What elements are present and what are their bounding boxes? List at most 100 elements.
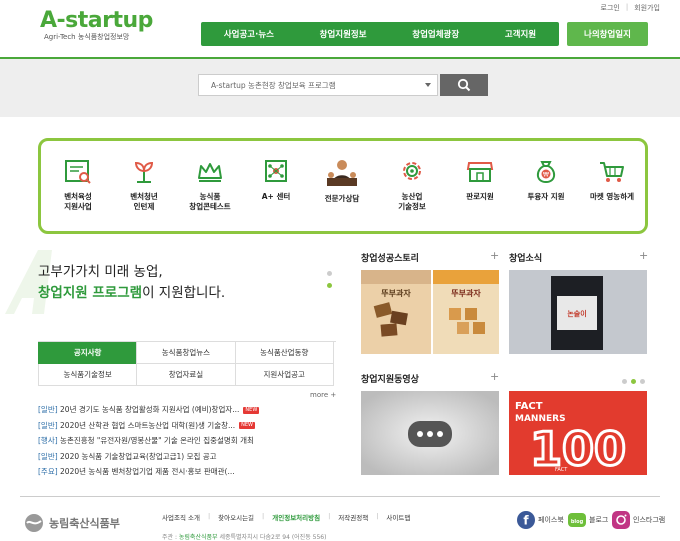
footer-link-sitemap[interactable]: 사이트맵 bbox=[386, 512, 410, 522]
category-consulting[interactable]: 전문가상담 bbox=[309, 158, 375, 204]
news-title: 2020년 산학관 협업 스마트농산업 대학(원)생 기술창... bbox=[57, 420, 236, 430]
chevron-down-icon bbox=[425, 83, 431, 87]
success-story-more[interactable]: + bbox=[490, 249, 499, 262]
login-link[interactable]: 로그인 bbox=[601, 3, 620, 13]
success-story-image-2[interactable]: 뚜부과자 bbox=[433, 270, 499, 354]
new-badge: NEW bbox=[239, 422, 255, 429]
tab-announcements[interactable]: 지원사업공고 bbox=[234, 364, 334, 386]
list-item[interactable]: [일반] 2020년 산학관 협업 스마트농산업 대학(원)생 기술창... NE… bbox=[38, 418, 338, 434]
blog-icon: blog bbox=[568, 513, 586, 527]
divider: | bbox=[262, 512, 265, 520]
top-links: 로그인 | 회원가입 bbox=[601, 3, 660, 13]
board-tabs: 공지사항 농식품창업뉴스 농식품산업동향 농식품기술정보 창업자료실 지원사업공… bbox=[38, 341, 336, 386]
success-story-image-1[interactable]: 뚜부과자 bbox=[361, 270, 431, 354]
banner-pager bbox=[622, 379, 645, 384]
nav-item-companies[interactable]: 창업업체광장 bbox=[412, 28, 459, 40]
video-more[interactable]: + bbox=[490, 370, 499, 383]
category-label: 농식품 창업콘테스트 bbox=[189, 192, 231, 211]
category-contest[interactable]: 농식품 창업콘테스트 bbox=[177, 158, 243, 212]
nav-item-support[interactable]: 창업지원정보 bbox=[320, 28, 367, 40]
my-startup-log-button[interactable]: 나의창업일지 bbox=[567, 22, 648, 46]
category-investment[interactable]: ₩ 투융자 지원 bbox=[513, 158, 579, 202]
pager-dot-active[interactable] bbox=[327, 283, 332, 288]
svg-text:₩: ₩ bbox=[543, 172, 549, 179]
list-item[interactable]: [일반] 2020 농식품 기술창업교육(창업고급1) 모집 공고 bbox=[38, 449, 338, 465]
footer-org-name: 농림축산식품부 bbox=[49, 517, 120, 530]
address-text: 세종특별자치시 다솜2로 94 (어진동 556) bbox=[217, 534, 327, 541]
tagline-line1: 고부가가치 미래 농업, bbox=[38, 264, 163, 280]
category-venture-support[interactable]: 벤처육성 지원사업 bbox=[45, 158, 111, 212]
category-label: 마켓 영농하게 bbox=[589, 192, 634, 201]
facebook-link[interactable]: f 페이스북 bbox=[517, 511, 564, 529]
category-label: 벤처육성 지원사업 bbox=[64, 192, 92, 211]
blog-label: 블로그 bbox=[589, 516, 609, 524]
category-label: 투융자 지원 bbox=[527, 192, 565, 201]
facebook-label: 페이스북 bbox=[538, 516, 564, 524]
tagline-line2: 창업지원 프로그램이 지원합니다. bbox=[38, 283, 225, 304]
tab-industry-trends[interactable]: 농식품산업동향 bbox=[234, 342, 334, 364]
signup-link[interactable]: 회원가입 bbox=[634, 3, 660, 13]
crown-icon bbox=[198, 163, 222, 182]
category-label: 농산업 기술정보 bbox=[398, 192, 426, 211]
tagline-highlight: 창업지원 프로그램 bbox=[38, 285, 143, 301]
banner-fact-manners[interactable]: FACT MANNERS 100 FACT bbox=[509, 391, 647, 475]
hero-tagline: 고부가가치 미래 농업, 창업지원 프로그램이 지원합니다. bbox=[38, 262, 225, 304]
footer-link-copyright[interactable]: 저작권정책 bbox=[338, 512, 368, 522]
category-menu: 벤처육성 지원사업 벤처청년 인턴제 농식품 창업콘테스트 A+ 센터 전문가상… bbox=[38, 138, 648, 234]
tab-tech-info[interactable]: 농식품기술정보 bbox=[38, 364, 138, 386]
site-logo[interactable]: A-startup Agri-Tech 농식품창업정보망 bbox=[40, 8, 153, 42]
search-icon bbox=[457, 78, 471, 92]
tab-resources[interactable]: 창업자료실 bbox=[136, 364, 236, 386]
nav-item-customer[interactable]: 고객지원 bbox=[505, 28, 536, 40]
news-category: [행사] bbox=[38, 436, 58, 445]
list-item[interactable]: [주요] 2020년 농식품 벤처창업기업 제품 전시·홍보 판매관(... bbox=[38, 464, 338, 480]
video-thumbnail[interactable] bbox=[361, 391, 499, 475]
nav-item-notice[interactable]: 사업공고·뉴스 bbox=[224, 28, 274, 40]
address-org: 농림축산식품부 bbox=[178, 534, 218, 541]
pager-dot[interactable] bbox=[622, 379, 627, 384]
category-label: 판로지원 bbox=[466, 192, 494, 201]
consultant-icon bbox=[327, 160, 357, 186]
footer-logo[interactable]: 농림축산식품부 bbox=[24, 513, 120, 533]
more-link[interactable]: more + bbox=[310, 391, 336, 399]
product-label: 뚜부과자 bbox=[381, 288, 411, 298]
divider: | bbox=[625, 3, 629, 11]
category-market[interactable]: 마켓 영농하게 bbox=[579, 158, 645, 202]
instagram-link[interactable]: 인스타그램 bbox=[612, 511, 665, 529]
divider: | bbox=[376, 512, 379, 520]
footer-link-directions[interactable]: 찾아오시는길 bbox=[218, 512, 254, 522]
address-label: 주관 : bbox=[162, 534, 179, 541]
banner-image: FACT MANNERS 100 FACT bbox=[509, 391, 647, 475]
gear-icon bbox=[403, 162, 421, 180]
startup-news-image[interactable]: 논술이 bbox=[509, 270, 647, 354]
logo-text: A-startup bbox=[40, 8, 153, 33]
search-select[interactable]: A-startup 농촌현장 창업보육 프로그램 bbox=[198, 74, 438, 96]
footer-links: 사업조직 소개 | 찾아오시는길 | 개인정보처리방침 | 저작권정책 | 사이… bbox=[162, 512, 410, 522]
pager-dot-active[interactable] bbox=[631, 379, 636, 384]
tab-notice[interactable]: 공지사항 bbox=[38, 342, 138, 364]
pager-dot[interactable] bbox=[640, 379, 645, 384]
category-a-center[interactable]: A+ 센터 bbox=[243, 158, 309, 202]
network-icon bbox=[265, 160, 287, 182]
list-item[interactable]: [행사] 농촌진흥청 "유전자원/영봉산물" 기술 온라인 집중설명회 개최 bbox=[38, 433, 338, 449]
startup-news-title: 창업소식 bbox=[509, 254, 543, 264]
list-item[interactable]: [일반] 20년 경기도 농식품 창업활성화 지원사업 (예비)창업자... NE… bbox=[38, 402, 338, 418]
category-tech-info[interactable]: 농산업 기술정보 bbox=[379, 158, 445, 212]
startup-news-more[interactable]: + bbox=[639, 249, 648, 262]
footer-link-intro[interactable]: 사업조직 소개 bbox=[162, 512, 200, 522]
news-category: [일반] bbox=[38, 405, 58, 414]
tab-startup-news[interactable]: 농식품창업뉴스 bbox=[136, 342, 236, 364]
footer-link-privacy[interactable]: 개인정보처리방침 bbox=[272, 512, 320, 522]
category-youth-intern[interactable]: 벤처청년 인턴제 bbox=[111, 158, 177, 212]
news-title: 20년 경기도 농식품 창업활성화 지원사업 (예비)창업자... bbox=[57, 405, 240, 414]
product-label: 뚜부과자 bbox=[451, 288, 481, 298]
blog-link[interactable]: blog 블로그 bbox=[568, 511, 608, 529]
instagram-label: 인스타그램 bbox=[633, 516, 666, 524]
news-category: [주요] bbox=[38, 467, 58, 476]
news-product-label: 논술이 bbox=[567, 309, 586, 318]
pager-dot[interactable] bbox=[327, 271, 332, 276]
category-label: 전문가상담 bbox=[324, 194, 360, 203]
category-sales-support[interactable]: 판로지원 bbox=[447, 158, 513, 202]
search-button[interactable] bbox=[440, 74, 488, 96]
footer-divider bbox=[20, 496, 660, 497]
